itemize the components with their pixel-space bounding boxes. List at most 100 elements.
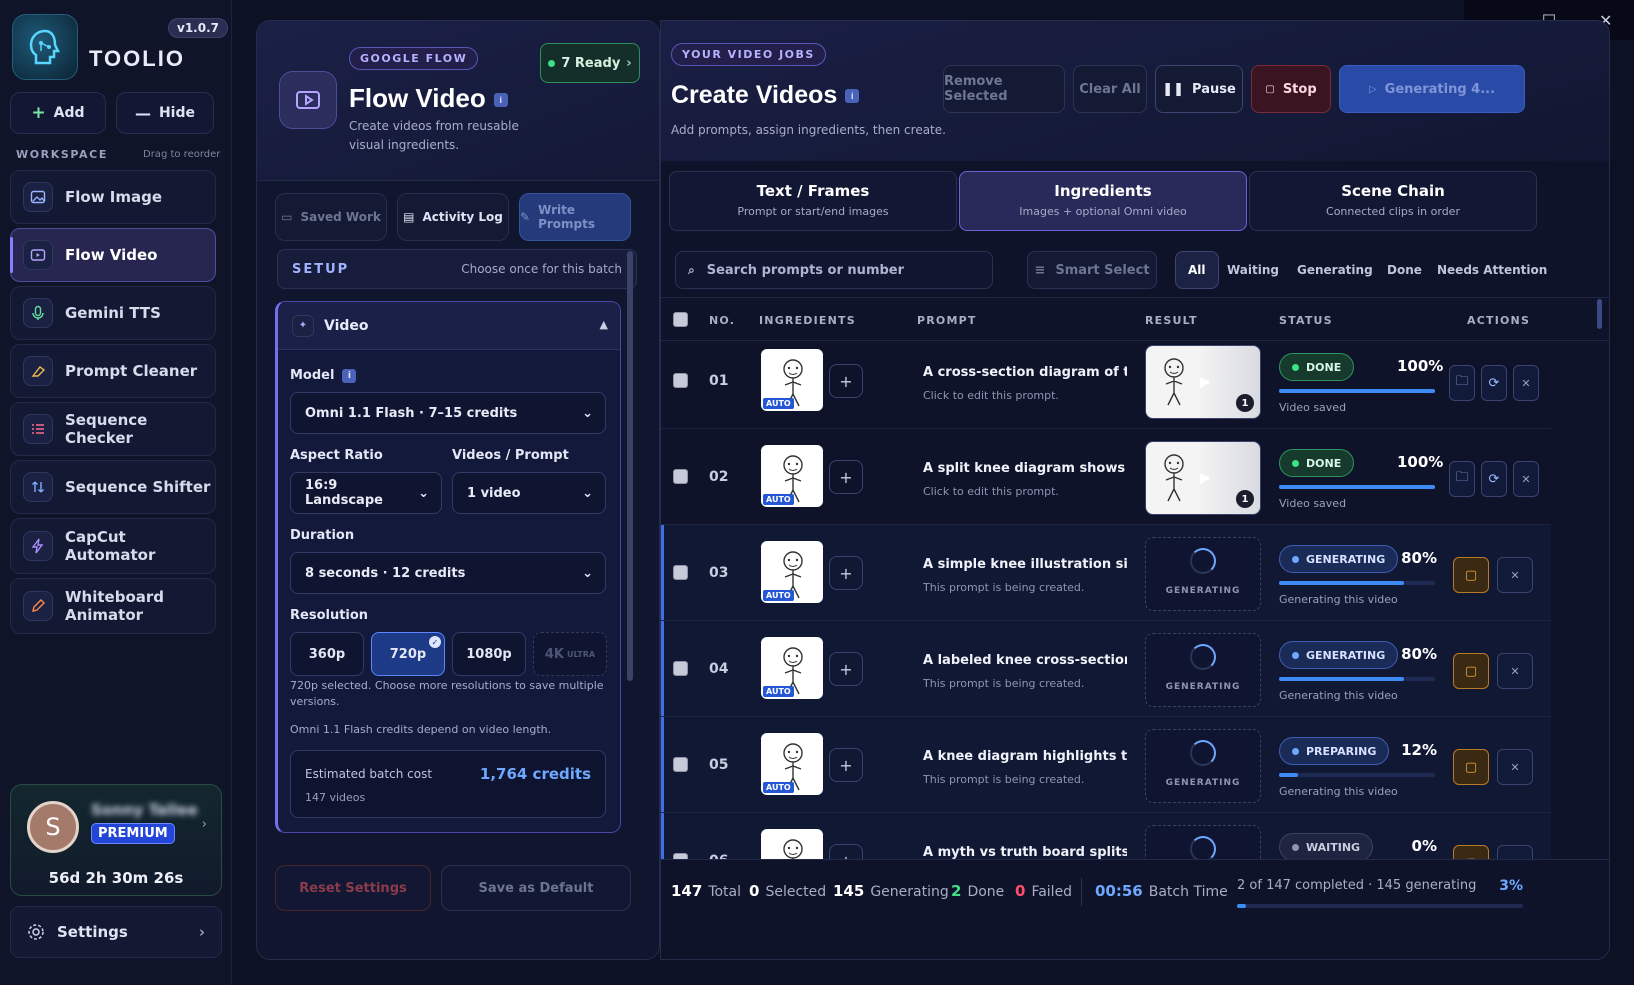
- stat-failed: 0 Failed: [1015, 882, 1072, 900]
- duration-select[interactable]: 8 seconds · 12 credits ⌄: [290, 552, 606, 594]
- ingredient-thumbnail[interactable]: AUTO: [761, 349, 823, 411]
- saved-work-button[interactable]: ▭ Saved Work: [275, 193, 387, 241]
- videos-per-prompt-select[interactable]: 1 video ⌄: [452, 472, 606, 514]
- remove-icon[interactable]: ✕: [1497, 557, 1533, 593]
- hide-button[interactable]: — Hide: [116, 92, 214, 134]
- filter-all[interactable]: All: [1175, 251, 1219, 289]
- remove-selected-button[interactable]: Remove Selected: [943, 65, 1065, 113]
- generating-button[interactable]: ▷ Generating 4...: [1339, 65, 1525, 113]
- model-value: Omni 1.1 Flash · 7–15 credits: [305, 405, 518, 421]
- add-ingredient-button[interactable]: +: [829, 460, 863, 494]
- add-ingredient-button[interactable]: +: [829, 652, 863, 686]
- table-scrollbar[interactable]: [1597, 299, 1602, 329]
- sidebar-item-flow-image[interactable]: Flow Image: [10, 170, 216, 224]
- mode-text-frames[interactable]: Text / Frames Prompt or start/end images: [669, 171, 957, 231]
- filter-done[interactable]: Done: [1387, 251, 1422, 289]
- prompt-title[interactable]: A split knee diagram shows th...: [923, 461, 1127, 476]
- sidebar-item-flow-video[interactable]: Flow Video: [10, 228, 216, 282]
- sidebar-item-label: Flow Video: [65, 246, 158, 264]
- settings-button[interactable]: Settings ›: [10, 906, 222, 958]
- search-input[interactable]: ⌕ Search prompts or number: [675, 251, 993, 289]
- ingredient-thumbnail[interactable]: AUTO: [761, 733, 823, 795]
- sidebar-item-prompt-cleaner[interactable]: Prompt Cleaner: [10, 344, 216, 398]
- result-thumbnail[interactable]: ▶ 1: [1145, 345, 1261, 419]
- cost-videos: 147 videos: [305, 791, 366, 804]
- table-row[interactable]: 05 AUTO + A knee diagram highlights the... T…: [661, 717, 1551, 813]
- your-video-jobs-badge: YOUR VIDEO JOBS: [671, 43, 826, 66]
- add-ingredient-button[interactable]: +: [829, 364, 863, 398]
- ingredient-thumbnail[interactable]: AUTO: [761, 637, 823, 699]
- ready-count: 7 Ready: [561, 55, 621, 71]
- chevron-up-icon: ▲: [599, 318, 608, 331]
- info-icon[interactable]: i: [342, 368, 357, 383]
- prompt-title[interactable]: A labeled knee cross-section...: [923, 653, 1127, 668]
- folder-icon[interactable]: 🗀: [1449, 461, 1475, 497]
- select-all-checkbox[interactable]: [673, 312, 688, 327]
- clear-all-button[interactable]: Clear All: [1073, 65, 1147, 113]
- table-row[interactable]: 01 AUTO + A cross-section diagram of th... C…: [661, 333, 1551, 429]
- activity-log-button[interactable]: ▤ Activity Log: [397, 193, 509, 241]
- ready-badge[interactable]: 7 Ready ›: [540, 43, 640, 83]
- page-subtitle: Create videos from reusable visual ingred…: [349, 117, 519, 155]
- progress-percent: 80%: [1401, 549, 1437, 567]
- sidebar-item-sequence-shifter[interactable]: Sequence Shifter: [10, 460, 216, 514]
- ingredient-thumbnail[interactable]: AUTO: [761, 541, 823, 603]
- add-ingredient-button[interactable]: +: [829, 556, 863, 590]
- filter-needs-attention[interactable]: Needs Attention: [1437, 251, 1547, 289]
- row-checkbox[interactable]: [673, 661, 688, 676]
- info-icon[interactable]: i: [493, 93, 508, 108]
- bookmark-icon: ▭: [281, 210, 293, 224]
- model-select[interactable]: Omni 1.1 Flash · 7–15 credits ⌄: [290, 392, 606, 434]
- sidebar-item-gemini-tts[interactable]: Gemini TTS: [10, 286, 216, 340]
- sidebar-item-sequence-checker[interactable]: Sequence Checker: [10, 402, 216, 456]
- sidebar-item-capcut-automator[interactable]: CapCut Automator: [10, 518, 216, 574]
- prompt-title[interactable]: A knee diagram highlights the...: [923, 749, 1127, 764]
- video-section-header[interactable]: ✦ Video ▲: [278, 302, 620, 350]
- refresh-icon[interactable]: ⟳: [1481, 461, 1507, 497]
- filter-waiting[interactable]: Waiting: [1227, 251, 1279, 289]
- result-thumbnail[interactable]: ▶ 1: [1145, 441, 1261, 515]
- stop-job-icon[interactable]: ▢: [1453, 749, 1489, 785]
- prompt-title[interactable]: A cross-section diagram of th...: [923, 365, 1127, 380]
- sidebar-item-whiteboard-animator[interactable]: Whiteboard Animator: [10, 578, 216, 634]
- prompt-title[interactable]: A simple knee illustration sits...: [923, 557, 1127, 572]
- stop-job-icon[interactable]: ▢: [1453, 653, 1489, 689]
- cost-value: 1,764 credits: [479, 765, 591, 783]
- row-checkbox[interactable]: [673, 757, 688, 772]
- stop-button[interactable]: ▢ Stop: [1251, 65, 1331, 113]
- table-row[interactable]: 03 AUTO + A simple knee illustration sits..…: [661, 525, 1551, 621]
- mode-scene-chain[interactable]: Scene Chain Connected clips in order: [1249, 171, 1537, 231]
- resolution-720p[interactable]: 720p ✓: [371, 632, 445, 676]
- row-checkbox[interactable]: [673, 565, 688, 580]
- mode-ingredients[interactable]: Ingredients Images + optional Omni video: [959, 171, 1247, 231]
- folder-icon[interactable]: 🗀: [1449, 365, 1475, 401]
- write-prompts-button[interactable]: ✎ Write Prompts: [519, 193, 631, 241]
- prompt-title[interactable]: A myth vs truth board splits t...: [923, 845, 1127, 860]
- row-checkbox[interactable]: [673, 469, 688, 484]
- mode-sub: Connected clips in order: [1326, 205, 1460, 218]
- table-row[interactable]: 02 AUTO + A split knee diagram shows th... C…: [661, 429, 1551, 525]
- add-button[interactable]: + Add: [10, 92, 106, 134]
- remove-icon[interactable]: ✕: [1513, 365, 1539, 401]
- remove-icon[interactable]: ✕: [1497, 749, 1533, 785]
- resolution-1080p[interactable]: 1080p: [452, 632, 526, 676]
- table-row[interactable]: 04 AUTO + A labeled knee cross-section... Th…: [661, 621, 1551, 717]
- remove-icon[interactable]: ✕: [1497, 653, 1533, 689]
- refresh-icon[interactable]: ⟳: [1481, 365, 1507, 401]
- stop-job-icon[interactable]: ▢: [1453, 557, 1489, 593]
- reset-settings-button[interactable]: Reset Settings: [275, 865, 431, 911]
- add-ingredient-button[interactable]: +: [829, 748, 863, 782]
- filter-generating[interactable]: Generating: [1297, 251, 1373, 289]
- aspect-ratio-select[interactable]: 16:9 Landscape ⌄: [290, 472, 442, 514]
- resolution-360p[interactable]: 360p: [290, 632, 364, 676]
- user-card[interactable]: S Sonny Tallee PREMIUM › 56d 2h 30m 26s: [10, 784, 222, 896]
- row-checkbox[interactable]: [673, 373, 688, 388]
- ingredient-thumbnail[interactable]: AUTO: [761, 445, 823, 507]
- pause-button[interactable]: ❚❚ Pause: [1155, 65, 1243, 113]
- settings-scrollbar[interactable]: [627, 251, 633, 681]
- smart-select-button[interactable]: ≡ Smart Select: [1027, 251, 1157, 289]
- remove-icon[interactable]: ✕: [1513, 461, 1539, 497]
- resolution-4k[interactable]: 4K ULTRA: [533, 632, 607, 676]
- info-icon[interactable]: i: [845, 89, 860, 104]
- save-default-button[interactable]: Save as Default: [441, 865, 631, 911]
